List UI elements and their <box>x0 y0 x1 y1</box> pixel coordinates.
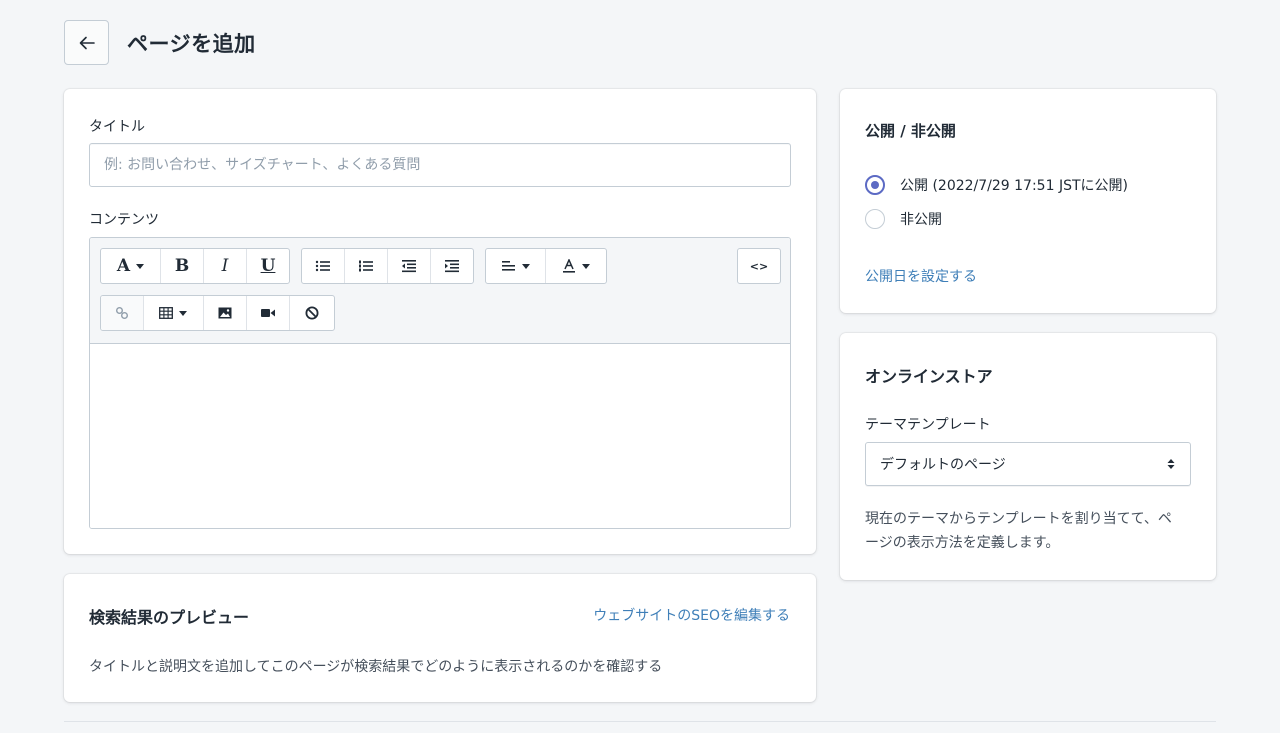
video-button[interactable] <box>247 296 291 330</box>
text-format-group: A B I U <box>100 248 290 284</box>
bold-button[interactable]: B <box>161 249 204 283</box>
underline-icon: U <box>260 256 276 276</box>
radio-button-checked[interactable] <box>865 175 885 195</box>
radio-visible-label: 公開 (2022/7/29 17:51 JSTに公開) <box>900 178 1128 194</box>
chevron-down-icon <box>179 310 188 316</box>
outdent-button[interactable] <box>388 249 431 283</box>
theme-template-select[interactable]: デフォルトのページ <box>865 442 1191 486</box>
arrow-left-icon <box>79 36 95 49</box>
page-title: ページを追加 <box>127 31 256 56</box>
seo-description: タイトルと説明文を追加してこのページが検索結果でどのように表示されるのかを確認す… <box>89 659 663 675</box>
theme-template-value: デフォルトのページ <box>880 457 1006 473</box>
edit-seo-link[interactable]: ウェブサイトのSEOを編集する <box>593 605 790 625</box>
indent-icon <box>445 260 459 273</box>
theme-template-label: テーマテンプレート <box>865 417 991 433</box>
page-divider <box>64 721 1216 722</box>
code-icon: <> <box>749 259 769 273</box>
rich-text-editor: A B I U <> <box>89 237 791 529</box>
indent-button[interactable] <box>431 249 473 283</box>
online-store-card: オンラインストア テーマテンプレート デフォルトのページ 現在のテーマからテンプ… <box>840 333 1216 580</box>
visibility-card-title: 公開 / 非公開 <box>865 122 956 140</box>
italic-button[interactable]: I <box>204 249 247 283</box>
set-publish-date-link[interactable]: 公開日を設定する <box>865 266 977 286</box>
title-label: タイトル <box>89 119 145 135</box>
align-button[interactable] <box>486 249 547 283</box>
bold-icon: B <box>174 256 190 276</box>
image-icon <box>218 307 232 319</box>
link-button[interactable] <box>101 296 144 330</box>
table-button[interactable] <box>144 296 205 330</box>
image-button[interactable] <box>204 296 247 330</box>
editor-toolbar: A B I U <> <box>90 238 790 344</box>
font-style-button[interactable]: A <box>101 249 161 283</box>
insert-group <box>100 295 335 331</box>
chevron-down-icon <box>521 263 530 269</box>
back-button[interactable] <box>64 20 109 65</box>
page-details-card: タイトル コンテンツ A B I U <box>64 89 816 554</box>
theme-template-help: 現在のテーマからテンプレートを割り当てて、ページの表示方法を定義します。 <box>865 511 1172 551</box>
chevron-down-icon <box>582 263 590 269</box>
chevron-down-icon <box>136 263 145 269</box>
title-input[interactable] <box>89 143 791 187</box>
editor-content-area[interactable] <box>90 344 790 528</box>
table-icon <box>159 307 174 319</box>
visibility-card: 公開 / 非公開 公開 (2022/7/29 17:51 JSTに公開) 非公開… <box>840 89 1216 313</box>
list-group <box>301 248 474 284</box>
source-group: <> <box>737 248 781 284</box>
radio-visible[interactable]: 公開 (2022/7/29 17:51 JSTに公開) <box>865 175 1128 195</box>
clear-format-button[interactable] <box>290 296 334 330</box>
radio-hidden-label: 非公開 <box>900 212 942 228</box>
italic-icon: I <box>221 256 229 276</box>
content-label: コンテンツ <box>89 212 159 228</box>
font-style-icon: A <box>116 256 131 276</box>
video-icon <box>261 309 276 317</box>
underline-button[interactable]: U <box>247 249 289 283</box>
align-left-icon <box>501 261 515 271</box>
radio-button-unchecked[interactable] <box>865 209 885 229</box>
bullet-list-button[interactable] <box>302 249 345 283</box>
numbered-list-icon <box>359 260 373 272</box>
outdent-icon <box>402 260 416 273</box>
seo-card-title: 検索結果のプレビュー <box>89 608 250 627</box>
text-color-button[interactable] <box>546 249 606 283</box>
radio-hidden[interactable]: 非公開 <box>865 209 942 229</box>
numbered-list-button[interactable] <box>345 249 388 283</box>
html-source-button[interactable]: <> <box>738 249 780 283</box>
clear-format-icon <box>305 306 319 320</box>
online-store-card-title: オンラインストア <box>865 367 993 386</box>
link-icon <box>115 307 128 319</box>
select-arrows-icon <box>1167 459 1175 469</box>
page-header: ページを追加 <box>64 20 256 65</box>
bullet-list-icon <box>315 260 330 272</box>
text-color-icon <box>563 259 575 273</box>
align-color-group <box>485 248 607 284</box>
seo-preview-card: 検索結果のプレビュー ウェブサイトのSEOを編集する タイトルと説明文を追加して… <box>64 574 816 702</box>
